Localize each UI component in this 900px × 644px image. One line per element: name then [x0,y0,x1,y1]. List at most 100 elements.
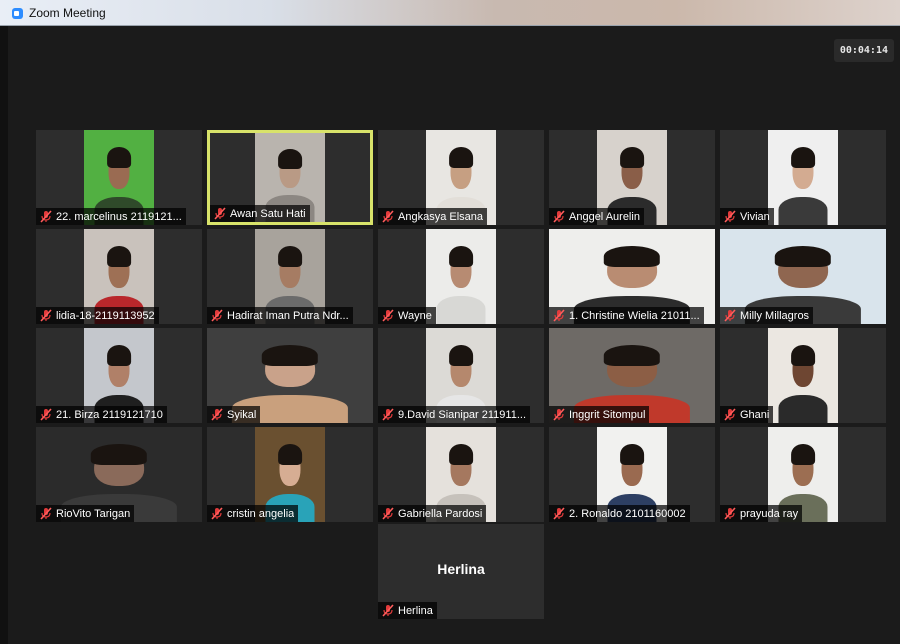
muted-microphone-icon [382,604,394,617]
participant-tile[interactable]: Awan Satu Hati [207,130,373,225]
participant-name: lidia-18-2119113952 [56,309,155,322]
participant-nameplate: 9.David Sianipar 211911... [378,406,531,423]
participant-body [436,295,486,324]
participant-hair [107,246,131,267]
participant-hair [449,444,473,465]
participant-tile-herlina[interactable]: Herlina Herlina [378,524,544,619]
muted-microphone-icon [553,408,565,421]
participant-nameplate: Anggel Aurelin [549,208,644,225]
participant-name: RioVito Tarigan [56,507,131,520]
participant-tile[interactable]: Hadirat Iman Putra Ndr... [207,229,373,324]
muted-microphone-icon [382,210,394,223]
gallery-view: 00:04:14 22. marcelinus 2119121... Awan S… [8,26,900,644]
participant-tile[interactable]: Inggrit Sitompul [549,328,715,423]
window-titlebar: Zoom Meeting [0,0,900,26]
muted-microphone-icon [211,309,223,322]
participant-hair [261,345,319,366]
participant-hair [107,345,131,366]
muted-microphone-icon [724,210,736,223]
participant-name: Milly Millagros [740,309,810,322]
muted-microphone-icon [553,210,565,223]
muted-microphone-icon [40,309,52,322]
participant-tile[interactable]: lidia-18-2119113952 [36,229,202,324]
zoom-app-icon [12,8,23,19]
participant-name: prayuda ray [740,507,799,520]
participant-nameplate: Vivian [720,208,774,225]
participant-nameplate: Gabriella Pardosi [378,505,487,522]
participant-hair [791,147,815,168]
participant-nameplate: 21. Birza 2119121710 [36,406,167,423]
participant-hair [278,149,302,169]
participant-hair [603,345,661,366]
participant-nameplate: Inggrit Sitompul [549,406,650,423]
participant-nameplate: cristin angelia [207,505,299,522]
participant-tile[interactable]: Anggel Aurelin [549,130,715,225]
muted-microphone-icon [553,309,565,322]
participant-video [426,229,496,324]
participant-tile[interactable]: Milly Millagros [720,229,886,324]
participant-hair [620,444,644,465]
participant-hair [449,345,473,366]
participant-body [778,394,828,423]
participant-tile[interactable]: 2. Ronaldo 2101160002 [549,427,715,522]
participant-tile[interactable]: 22. marcelinus 2119121... [36,130,202,225]
participant-nameplate: Hadirat Iman Putra Ndr... [207,307,353,324]
participant-tile[interactable]: Syikal [207,328,373,423]
muted-microphone-icon [214,207,226,220]
participant-name: Herlina [398,604,433,617]
participant-hair [791,345,815,366]
participant-tile[interactable]: prayuda ray [720,427,886,522]
participant-nameplate: Angkasya Elsana [378,208,487,225]
participant-name: Inggrit Sitompul [569,408,646,421]
participant-name: 22. marcelinus 2119121... [56,210,182,223]
muted-microphone-icon [553,507,565,520]
participant-tile[interactable]: Angkasya Elsana [378,130,544,225]
participant-name: Syikal [227,408,257,421]
participant-tile[interactable]: Ghani [720,328,886,423]
participant-body [778,196,828,225]
participant-nameplate: 1. Christine Wielia 21011... [549,307,704,324]
participant-nameplate: Awan Satu Hati [210,205,310,222]
participant-hair [449,147,473,168]
participant-nameplate: Syikal [207,406,261,423]
participant-tile[interactable]: cristin angelia [207,427,373,522]
muted-microphone-icon [382,309,394,322]
participant-name: 21. Birza 2119121710 [56,408,163,421]
participant-hair [774,246,832,267]
participant-nameplate: lidia-18-2119113952 [36,307,159,324]
muted-microphone-icon [211,408,223,421]
participant-tile[interactable]: Vivian [720,130,886,225]
participant-name: Ghani [740,408,770,421]
participant-hair [278,246,302,267]
participant-tile[interactable]: 9.David Sianipar 211911... [378,328,544,423]
participant-display-name: Herlina [437,561,485,577]
participant-name: cristin angelia [227,507,295,520]
participant-tile[interactable]: 1. Christine Wielia 21011... [549,229,715,324]
participant-hair [90,444,148,465]
participant-tile[interactable]: Gabriella Pardosi [378,427,544,522]
participant-nameplate: 22. marcelinus 2119121... [36,208,186,225]
window-title: Zoom Meeting [29,6,106,20]
muted-microphone-icon [40,210,52,223]
participant-hair [791,444,815,465]
participant-name: Wayne [398,309,432,322]
muted-microphone-icon [211,507,223,520]
muted-microphone-icon [382,507,394,520]
participant-nameplate: prayuda ray [720,505,803,522]
participant-name: Hadirat Iman Putra Ndr... [227,309,349,322]
participant-nameplate: RioVito Tarigan [36,505,135,522]
participant-name: 9.David Sianipar 211911... [398,408,527,421]
participant-name: Anggel Aurelin [569,210,640,223]
participant-hair [449,246,473,267]
participant-name: Angkasya Elsana [398,210,483,223]
participant-hair [107,147,131,168]
participant-video [768,130,838,225]
participant-hair [603,246,661,267]
participant-name: Vivian [740,210,770,223]
participant-name: 2. Ronaldo 2101160002 [569,507,686,520]
participant-tile[interactable]: RioVito Tarigan [36,427,202,522]
participant-tile[interactable]: Wayne [378,229,544,324]
participant-nameplate: 2. Ronaldo 2101160002 [549,505,690,522]
participant-tile[interactable]: 21. Birza 2119121710 [36,328,202,423]
participant-hair [278,444,302,465]
